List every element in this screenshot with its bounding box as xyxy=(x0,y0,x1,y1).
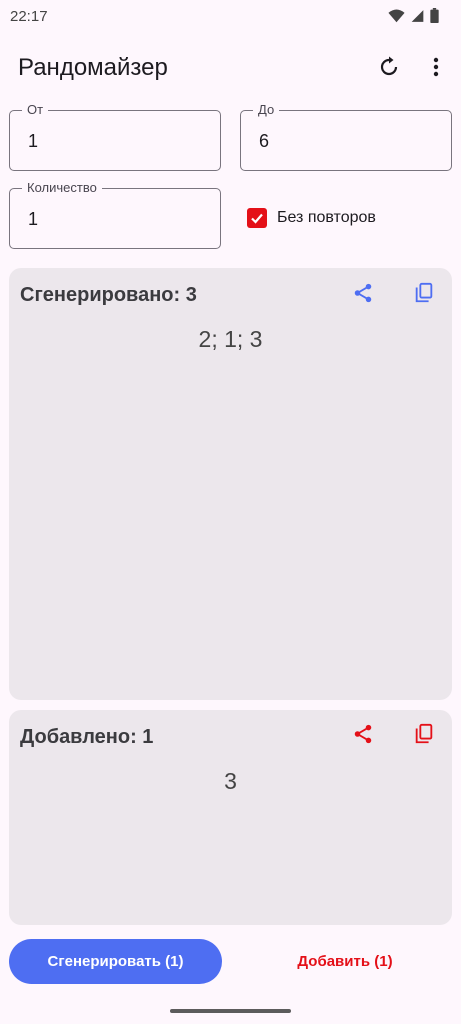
generated-title: Сгенерировано: 3 xyxy=(20,284,197,306)
no-repeats-label: Без повторов xyxy=(277,209,376,226)
status-bar: 22:17 xyxy=(0,0,461,34)
added-share-button[interactable] xyxy=(348,721,378,751)
share-icon xyxy=(352,723,374,750)
generated-share-button[interactable] xyxy=(348,280,378,310)
added-copy-button[interactable] xyxy=(409,721,439,751)
add-button[interactable]: Добавить (1) xyxy=(244,939,446,984)
battery-icon xyxy=(430,8,439,28)
generated-card: Сгенерировано: 3 2; 1; 3 xyxy=(9,268,452,700)
share-icon xyxy=(352,282,374,309)
to-field-label: До xyxy=(253,102,280,117)
count-field[interactable]: Количество 1 xyxy=(9,180,221,249)
more-options-button[interactable] xyxy=(424,52,448,86)
check-icon xyxy=(251,213,263,224)
count-field-label: Количество xyxy=(22,180,102,195)
refresh-icon xyxy=(377,55,401,84)
signal-icon xyxy=(411,9,424,28)
from-field[interactable]: От 1 xyxy=(9,102,221,171)
more-vert-icon xyxy=(433,57,439,82)
from-field-label: От xyxy=(22,102,49,117)
app-title: Рандомайзер xyxy=(18,54,168,81)
status-time: 22:17 xyxy=(10,8,48,25)
added-title: Добавлено: 1 xyxy=(20,726,154,748)
app-bar: Рандомайзер xyxy=(0,40,461,96)
wifi-icon xyxy=(388,9,405,28)
added-card: Добавлено: 1 3 xyxy=(9,710,452,925)
generate-button[interactable]: Сгенерировать (1) xyxy=(9,939,222,984)
copy-icon xyxy=(413,282,435,309)
added-values: 3 xyxy=(224,768,237,794)
copy-icon xyxy=(413,723,435,750)
to-field[interactable]: До 6 xyxy=(240,102,452,171)
refresh-button[interactable] xyxy=(372,52,406,86)
to-field-value: 6 xyxy=(259,131,270,151)
generated-copy-button[interactable] xyxy=(409,280,439,310)
generated-values: 2; 1; 3 xyxy=(198,326,263,352)
no-repeats-option[interactable]: Без повторов xyxy=(247,208,376,228)
no-repeats-checkbox[interactable] xyxy=(247,208,267,228)
from-field-value: 1 xyxy=(28,131,39,151)
navigation-handle[interactable] xyxy=(170,1009,291,1013)
count-field-value: 1 xyxy=(28,209,39,229)
status-icons xyxy=(388,8,439,28)
